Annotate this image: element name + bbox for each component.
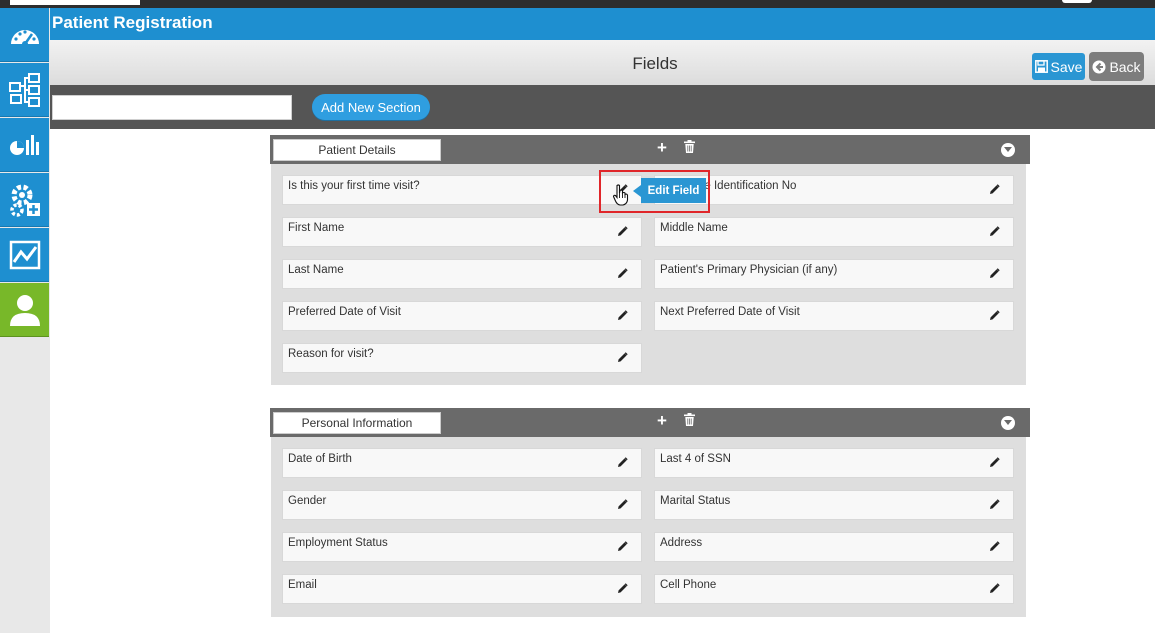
analytics-icon — [9, 240, 40, 269]
save-button[interactable]: Save — [1032, 53, 1085, 80]
sidebar-item-dashboard[interactable] — [0, 8, 49, 62]
field-row: Reason for visit? — [282, 343, 642, 373]
floppy-disk-icon — [1034, 60, 1048, 73]
field-row: Cell Phone — [654, 574, 1014, 604]
pencil-icon[interactable] — [617, 499, 628, 510]
sidebar-item-settings[interactable] — [0, 173, 49, 227]
section-name-input[interactable] — [52, 95, 292, 120]
field-label: First Name — [288, 222, 345, 234]
field-row: Employment Status — [282, 532, 642, 562]
top-bar-tab — [10, 0, 140, 5]
pencil-icon[interactable] — [989, 583, 1000, 594]
field-label: Date of Birth — [288, 453, 352, 465]
pencil-icon[interactable] — [989, 499, 1000, 510]
field-label: Address — [660, 537, 703, 549]
highlight-box — [599, 170, 710, 213]
field-row: Marital Status — [654, 490, 1014, 520]
page-title: Patient Registration — [52, 13, 213, 32]
back-button-label: Back — [1109, 58, 1141, 75]
field-row: Next Preferred Date of Visit — [654, 301, 1014, 331]
settings-icon — [9, 184, 40, 217]
fields-bar: Fields Save Back — [50, 40, 1155, 85]
save-button-label: Save — [1050, 58, 1083, 75]
sidebar-item-workflow[interactable] — [0, 63, 49, 117]
window-top-bar — [0, 0, 1155, 8]
fields-title: Fields — [632, 54, 678, 73]
field-label: Marital Status — [660, 495, 731, 507]
pencil-icon[interactable] — [989, 226, 1000, 237]
field-label: Is this your first time visit? — [288, 180, 420, 192]
field-row: Patient's Primary Physician (if any) — [654, 259, 1014, 289]
pencil-icon[interactable] — [989, 310, 1000, 321]
top-bar-avatar — [1062, 0, 1092, 3]
pencil-icon[interactable] — [989, 457, 1000, 468]
trash-icon[interactable] — [684, 413, 695, 426]
section-header: Personal Information + — [270, 408, 1030, 437]
trash-icon[interactable] — [684, 140, 695, 153]
field-label: Last 4 of SSN — [660, 453, 731, 465]
sidebar-item-analytics[interactable] — [0, 228, 49, 282]
arrow-circle-left-icon — [1092, 60, 1106, 73]
field-row: Email — [282, 574, 642, 604]
field-row: Preferred Date of Visit — [282, 301, 642, 331]
sidebar-item-reports[interactable] — [0, 118, 49, 172]
section-toolbar: Add New Section — [50, 85, 1155, 129]
pencil-icon[interactable] — [617, 352, 628, 363]
section-body: Date of Birth Last 4 of SSN Gender Marit… — [271, 437, 1026, 617]
field-label: Last Name — [288, 264, 344, 276]
section-header: Patient Details + — [270, 135, 1030, 164]
field-label: Preferred Date of Visit — [288, 306, 401, 318]
sidebar — [0, 8, 50, 633]
field-label: Employment Status — [288, 537, 388, 549]
section-name-field[interactable]: Patient Details — [273, 139, 441, 161]
field-label: ue Identification No — [698, 180, 797, 192]
pencil-icon[interactable] — [617, 268, 628, 279]
field-label: Middle Name — [660, 222, 728, 234]
field-label: Next Preferred Date of Visit — [660, 306, 800, 318]
collapse-toggle-icon[interactable] — [1001, 143, 1015, 157]
reports-icon — [9, 134, 39, 155]
pencil-icon[interactable] — [617, 583, 628, 594]
add-field-icon[interactable]: + — [657, 138, 667, 158]
field-label: Patient's Primary Physician (if any) — [660, 264, 838, 276]
field-label: Email — [288, 579, 317, 591]
pencil-icon[interactable] — [617, 226, 628, 237]
field-label: Cell Phone — [660, 579, 717, 591]
add-field-icon[interactable]: + — [657, 411, 667, 431]
workflow-icon — [8, 72, 40, 107]
collapse-toggle-icon[interactable] — [1001, 416, 1015, 430]
user-icon — [9, 294, 40, 326]
field-label: Gender — [288, 495, 327, 507]
back-button[interactable]: Back — [1089, 52, 1144, 81]
dashboard-icon — [10, 29, 39, 47]
field-row: Is this your first time visit? — [282, 175, 642, 205]
field-row: First Name — [282, 217, 642, 247]
field-row: Middle Name — [654, 217, 1014, 247]
field-row: Last 4 of SSN — [654, 448, 1014, 478]
pencil-icon[interactable] — [989, 268, 1000, 279]
sidebar-item-patients[interactable] — [0, 283, 49, 337]
section-name-field[interactable]: Personal Information — [273, 412, 441, 434]
app-header: Patient Registration — [50, 8, 1155, 40]
pencil-icon[interactable] — [989, 184, 1000, 195]
field-label: Reason for visit? — [288, 348, 374, 360]
field-row: Date of Birth — [282, 448, 642, 478]
field-row: Last Name — [282, 259, 642, 289]
field-row: Gender — [282, 490, 642, 520]
pencil-icon[interactable] — [617, 541, 628, 552]
pencil-icon[interactable] — [617, 457, 628, 468]
add-new-section-button[interactable]: Add New Section — [312, 94, 430, 120]
field-row: Address — [654, 532, 1014, 562]
pencil-icon[interactable] — [617, 310, 628, 321]
pencil-icon[interactable] — [989, 541, 1000, 552]
